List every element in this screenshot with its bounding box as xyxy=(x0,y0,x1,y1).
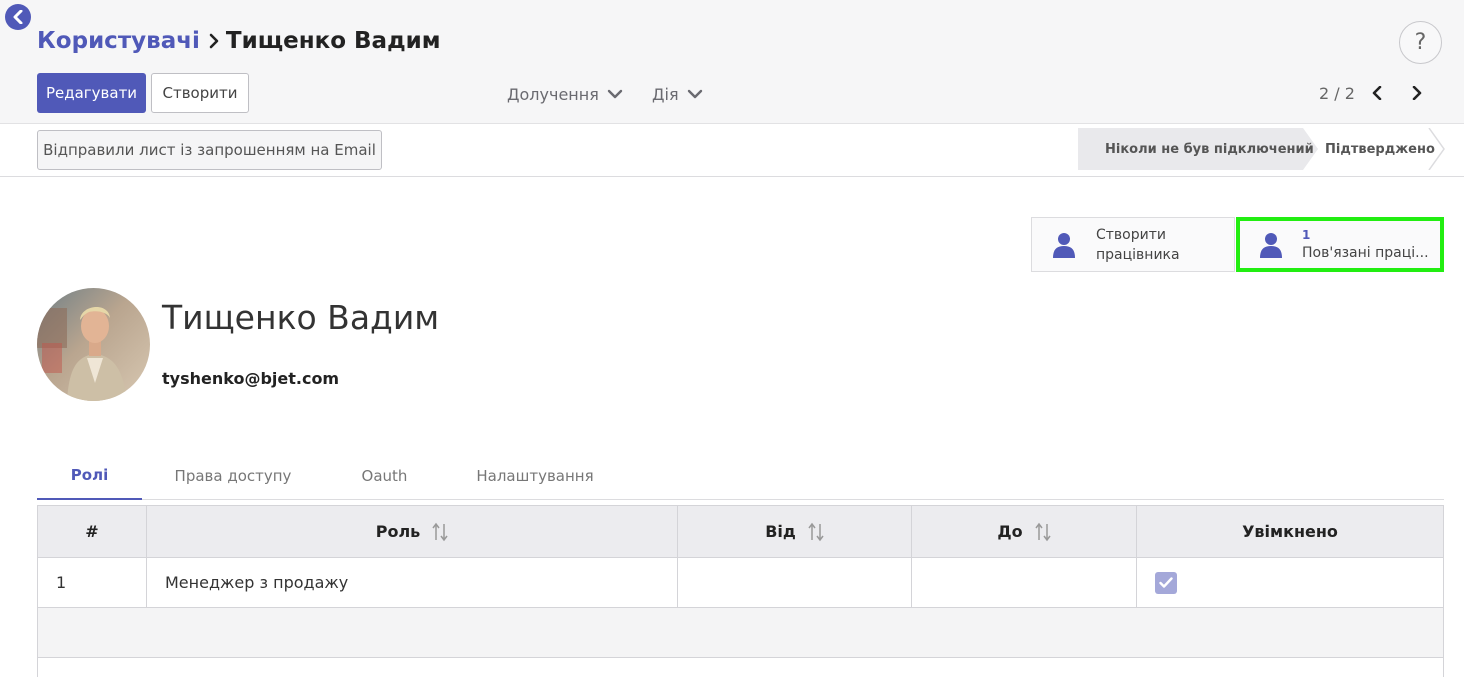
related-employees-count: 1 xyxy=(1302,227,1311,242)
pager-next-button[interactable] xyxy=(1406,82,1428,104)
form-tabs: Ролі Права доступу Oauth Налаштування xyxy=(37,452,1444,500)
status-bar: Відправили лист із запрошенням на Email … xyxy=(0,124,1464,177)
action-dropdown[interactable]: Дія xyxy=(652,83,703,105)
create-button[interactable]: Створити xyxy=(151,73,249,113)
related-employees-label-text: Пов'язані праці... xyxy=(1302,244,1429,261)
user-name: Тищенко Вадим xyxy=(162,298,440,337)
cell-to[interactable] xyxy=(912,558,1137,607)
column-header-role[interactable]: Роль xyxy=(147,506,678,557)
column-header-from[interactable]: Від xyxy=(678,506,912,557)
roles-table: # Роль Від До Увімкнено 1 Менеджер з про… xyxy=(37,505,1444,677)
sort-icon xyxy=(808,522,824,542)
chevron-left-icon xyxy=(13,10,23,24)
table-empty-row xyxy=(38,608,1443,658)
chevron-right-icon xyxy=(208,33,220,49)
create-employee-line1: Створити xyxy=(1096,226,1166,243)
cell-enabled xyxy=(1137,558,1443,607)
create-employee-button[interactable]: Створити працівника xyxy=(1031,217,1235,272)
chevron-right-icon xyxy=(1412,86,1422,100)
pager-previous-button[interactable] xyxy=(1366,82,1388,104)
sort-icon xyxy=(432,522,448,542)
column-header-enabled[interactable]: Увімкнено xyxy=(1137,506,1443,557)
chevron-down-icon xyxy=(607,89,623,99)
control-panel: Користувачі Тищенко Вадим ? Редагувати С… xyxy=(0,0,1464,124)
user-icon xyxy=(1032,232,1096,258)
send-invitation-button[interactable]: Відправили лист із запрошенням на Email xyxy=(37,130,382,170)
chevron-left-icon xyxy=(1372,86,1382,100)
breadcrumb: Користувачі Тищенко Вадим xyxy=(37,26,441,56)
table-row[interactable]: 1 Менеджер з продажу xyxy=(38,558,1443,608)
check-icon xyxy=(1159,576,1173,588)
state-confirmed[interactable]: Підтверджено xyxy=(1300,128,1446,170)
back-button[interactable] xyxy=(5,4,31,30)
avatar[interactable] xyxy=(37,288,150,401)
cell-role[interactable]: Менеджер з продажу xyxy=(147,558,678,607)
chevron-down-icon xyxy=(687,89,703,99)
avatar-photo xyxy=(37,288,150,401)
state-never-connected[interactable]: Ніколи не був підключений xyxy=(1078,128,1318,170)
create-employee-line2: працівника xyxy=(1096,246,1180,263)
breadcrumb-users-link[interactable]: Користувачі xyxy=(37,28,200,54)
user-email: tyshenko@bjet.com xyxy=(162,369,340,388)
help-button[interactable]: ? xyxy=(1399,21,1442,64)
column-header-to[interactable]: До xyxy=(912,506,1137,557)
state-arrow-icon xyxy=(1428,128,1445,170)
related-employees-button[interactable]: 1 Пов'язані праці... xyxy=(1236,217,1444,272)
column-header-role-label: Роль xyxy=(375,522,421,541)
cell-from[interactable] xyxy=(678,558,912,607)
column-header-to-label: До xyxy=(997,522,1023,541)
column-header-number-label: # xyxy=(85,522,99,541)
tab-oauth[interactable]: Oauth xyxy=(342,452,427,500)
tab-settings[interactable]: Налаштування xyxy=(465,452,605,500)
attachments-dropdown[interactable]: Долучення xyxy=(507,83,623,105)
related-employees-label: Пов'язані праці... xyxy=(1302,243,1436,263)
column-header-number[interactable]: # xyxy=(38,506,147,557)
user-icon xyxy=(1240,232,1302,258)
column-header-enabled-label: Увімкнено xyxy=(1242,522,1338,541)
cell-number: 1 xyxy=(38,558,147,607)
action-dropdown-label: Дія xyxy=(652,84,679,104)
tab-access-rights[interactable]: Права доступу xyxy=(163,452,303,500)
table-header: # Роль Від До Увімкнено xyxy=(38,506,1443,558)
breadcrumb-current: Тищенко Вадим xyxy=(225,28,441,54)
edit-button[interactable]: Редагувати xyxy=(37,73,146,113)
enabled-checkbox[interactable] xyxy=(1155,571,1177,594)
tab-roles[interactable]: Ролі xyxy=(37,452,142,500)
sort-icon xyxy=(1035,522,1051,542)
pager-value: 2 / 2 xyxy=(1319,84,1355,103)
attachments-dropdown-label: Долучення xyxy=(507,84,599,104)
column-header-from-label: Від xyxy=(765,522,796,541)
